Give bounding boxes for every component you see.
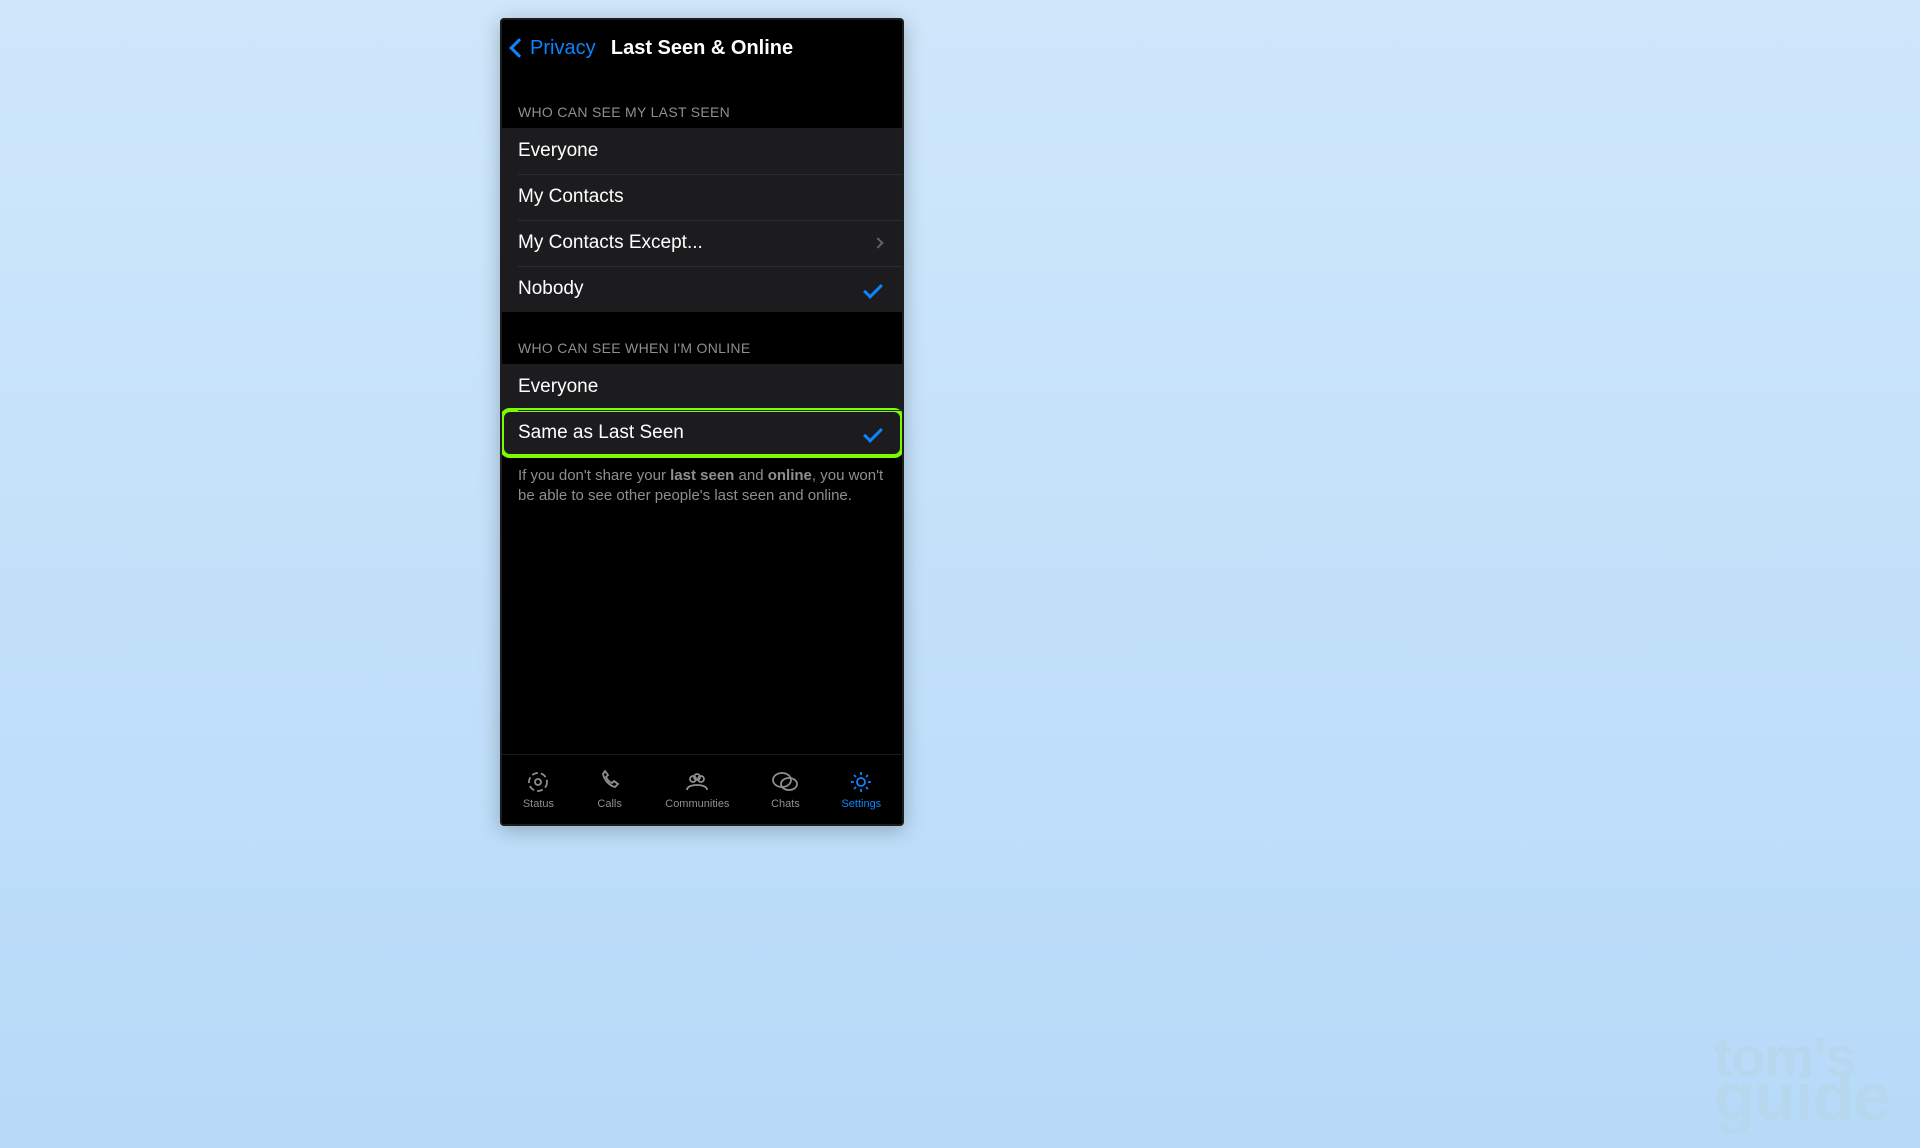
- option-label: My Contacts: [518, 186, 624, 208]
- content: WHO CAN SEE MY LAST SEEN Everyone My Con…: [502, 76, 902, 754]
- back-label: Privacy: [530, 37, 596, 60]
- footer-note: If you don't share your last seen and on…: [502, 456, 902, 507]
- option-label: My Contacts Except...: [518, 232, 703, 254]
- option-label: Same as Last Seen: [518, 422, 684, 444]
- online-options: Everyone Same as Last Seen: [502, 364, 902, 456]
- tab-label: Communities: [665, 798, 729, 810]
- option-label: Everyone: [518, 376, 598, 398]
- tab-label: Calls: [597, 798, 621, 810]
- tab-status[interactable]: Status: [523, 770, 554, 810]
- tab-bar: Status Calls Communities Chats Settings: [502, 754, 902, 824]
- chats-icon: [771, 770, 799, 794]
- watermark-logo: tom's guide: [1714, 1036, 1890, 1123]
- option-everyone[interactable]: Everyone: [502, 128, 902, 174]
- option-my-contacts[interactable]: My Contacts: [502, 174, 902, 220]
- tab-settings[interactable]: Settings: [841, 770, 881, 810]
- option-my-contacts-except[interactable]: My Contacts Except...: [502, 220, 902, 266]
- nav-bar: Privacy Last Seen & Online: [502, 20, 902, 76]
- checkmark-icon: [863, 279, 883, 299]
- option-label: Nobody: [518, 278, 584, 300]
- page-title: Last Seen & Online: [611, 37, 793, 60]
- communities-icon: [683, 770, 711, 794]
- phone-icon: [596, 770, 624, 794]
- chevron-right-icon: [872, 237, 883, 248]
- section-header-online: WHO CAN SEE WHEN I'M ONLINE: [502, 312, 902, 364]
- phone-screenshot: Privacy Last Seen & Online WHO CAN SEE M…: [500, 18, 904, 826]
- checkmark-icon: [863, 423, 883, 443]
- option-online-everyone[interactable]: Everyone: [502, 364, 902, 410]
- tab-label: Status: [523, 798, 554, 810]
- tab-label: Settings: [841, 798, 881, 810]
- tab-chats[interactable]: Chats: [771, 770, 800, 810]
- status-icon: [524, 770, 552, 794]
- option-same-as-last-seen[interactable]: Same as Last Seen: [502, 410, 902, 456]
- tab-calls[interactable]: Calls: [596, 770, 624, 810]
- chevron-left-icon: [509, 38, 529, 58]
- tab-communities[interactable]: Communities: [665, 770, 729, 810]
- option-nobody[interactable]: Nobody: [502, 266, 902, 312]
- gear-icon: [847, 770, 875, 794]
- option-label: Everyone: [518, 140, 598, 162]
- section-header-last-seen: WHO CAN SEE MY LAST SEEN: [502, 76, 902, 128]
- last-seen-options: Everyone My Contacts My Contacts Except.…: [502, 128, 902, 312]
- tab-label: Chats: [771, 798, 800, 810]
- back-button[interactable]: Privacy: [506, 37, 596, 60]
